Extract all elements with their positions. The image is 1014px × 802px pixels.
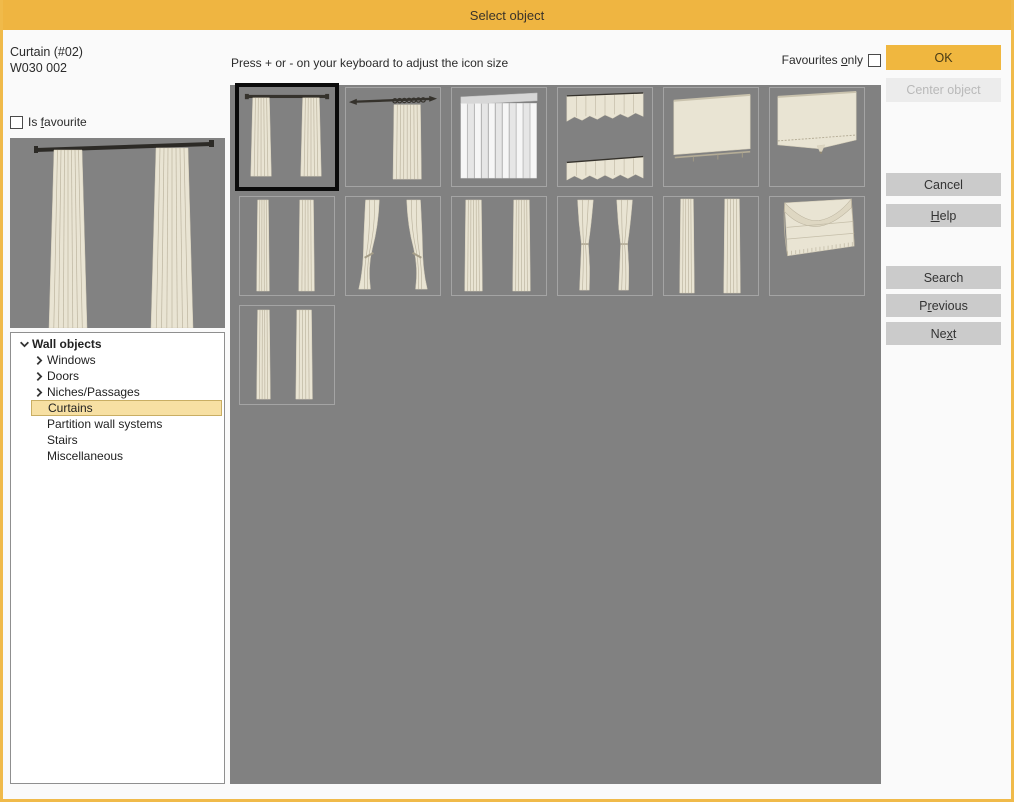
selected-curtain-preview [10,138,225,328]
thumbnail-curtain-pair-with-rod[interactable] [239,87,335,187]
title-bar: Select object [0,0,1014,30]
tree-item-label: Wall objects [32,337,102,351]
expander-placeholder [31,450,47,462]
chevron-down-icon [19,339,30,350]
chevron-right-icon [34,355,45,366]
thumbnail-flat-panel-shade-angled[interactable] [769,87,865,187]
tree-item-miscellaneous[interactable]: Miscellaneous [11,448,224,464]
favourites-only-checkbox[interactable] [868,54,881,67]
favourites-only-label: Favourites only [782,53,863,67]
favourites-only-row: Favourites only [782,53,881,67]
thumbnail-flat-panel-shade[interactable] [663,87,759,187]
selected-object-code: W030 002 [10,61,67,75]
tree-item-curtains[interactable]: Curtains [11,400,224,416]
thumbnail-straight-panel-pair-short[interactable] [239,305,335,405]
chevron-right-icon [34,387,45,398]
is-favourite-row: Is favourite [10,115,87,129]
tree-item-partition-wall-systems[interactable]: Partition wall systems [11,416,224,432]
tree-item-label: Miscellaneous [47,449,123,463]
thumbnail-ruffled-valance-pair[interactable] [557,87,653,187]
ok-button[interactable]: OK [886,45,1001,70]
thumbnail-vertical-blinds[interactable] [451,87,547,187]
category-tree: Wall objects Windows Doors Niches/Passages C… [10,332,225,784]
straight-panel-pair-icon [452,197,546,295]
thumbnail-center-tied-panel-pair[interactable] [557,196,653,296]
thumbnail-rod-with-side-panel[interactable] [345,87,441,187]
thumbnail-balloon-shade[interactable] [769,196,865,296]
thumbnail-tieback-curtain-pair[interactable] [345,196,441,296]
center-tied-panel-pair-icon [558,197,652,295]
chevron-right-icon [34,371,45,382]
help-button[interactable]: Help [886,204,1001,227]
expander-placeholder [31,434,47,446]
expander-right[interactable] [31,370,47,382]
ruffled-valance-pair-icon [558,88,652,186]
flat-panel-shade-angled-icon [770,88,864,186]
next-button[interactable]: Next [886,322,1001,345]
is-favourite-checkbox[interactable] [10,116,23,129]
expander-placeholder [32,402,48,414]
select-object-dialog: Select object Curtain (#02) W030 002 Is … [0,0,1014,802]
expander-right[interactable] [31,354,47,366]
tieback-curtain-pair-icon [346,197,440,295]
icon-size-hint: Press + or - on your keyboard to adjust … [231,56,508,70]
cancel-button[interactable]: Cancel [886,173,1001,196]
tree-item-label: Windows [47,353,96,367]
tree-item-wall-objects[interactable]: Wall objects [11,336,224,352]
thumbnail-grid [230,85,881,784]
window-title: Select object [470,8,544,23]
previous-button[interactable]: Previous [886,294,1001,317]
thumbnail-straight-panel-pair[interactable] [451,196,547,296]
rod-with-side-panel-icon [346,88,440,186]
tree-item-label: Doors [47,369,79,383]
tree-item-niches-passages[interactable]: Niches/Passages [11,384,224,400]
thumbnail-straight-panel-pair-narrow[interactable] [239,196,335,296]
curtain-pair-with-rod-icon [240,88,334,186]
tree-item-label: Partition wall systems [47,417,162,431]
tree-item-label: Stairs [47,433,78,447]
thumbnail-straight-panel-pair-tall[interactable] [663,196,759,296]
balloon-shade-icon [770,197,864,295]
tree-item-stairs[interactable]: Stairs [11,432,224,448]
curtain-preview-image [10,138,225,328]
tree-item-doors[interactable]: Doors [11,368,224,384]
expander-right[interactable] [31,386,47,398]
expander-down[interactable] [16,338,32,350]
straight-panel-pair-narrow-icon [240,197,334,295]
straight-panel-pair-tall-icon [664,197,758,295]
flat-panel-shade-icon [664,88,758,186]
center-object-button: Center object [886,78,1001,102]
straight-panel-pair-short-icon [240,306,334,404]
tree-item-label: Niches/Passages [47,385,140,399]
tree-item-label: Curtains [48,401,93,415]
expander-placeholder [31,418,47,430]
is-favourite-label: Is favourite [28,115,87,129]
tree-item-windows[interactable]: Windows [11,352,224,368]
search-button[interactable]: Search [886,266,1001,289]
vertical-blinds-icon [452,88,546,186]
selected-object-name: Curtain (#02) [10,45,83,59]
